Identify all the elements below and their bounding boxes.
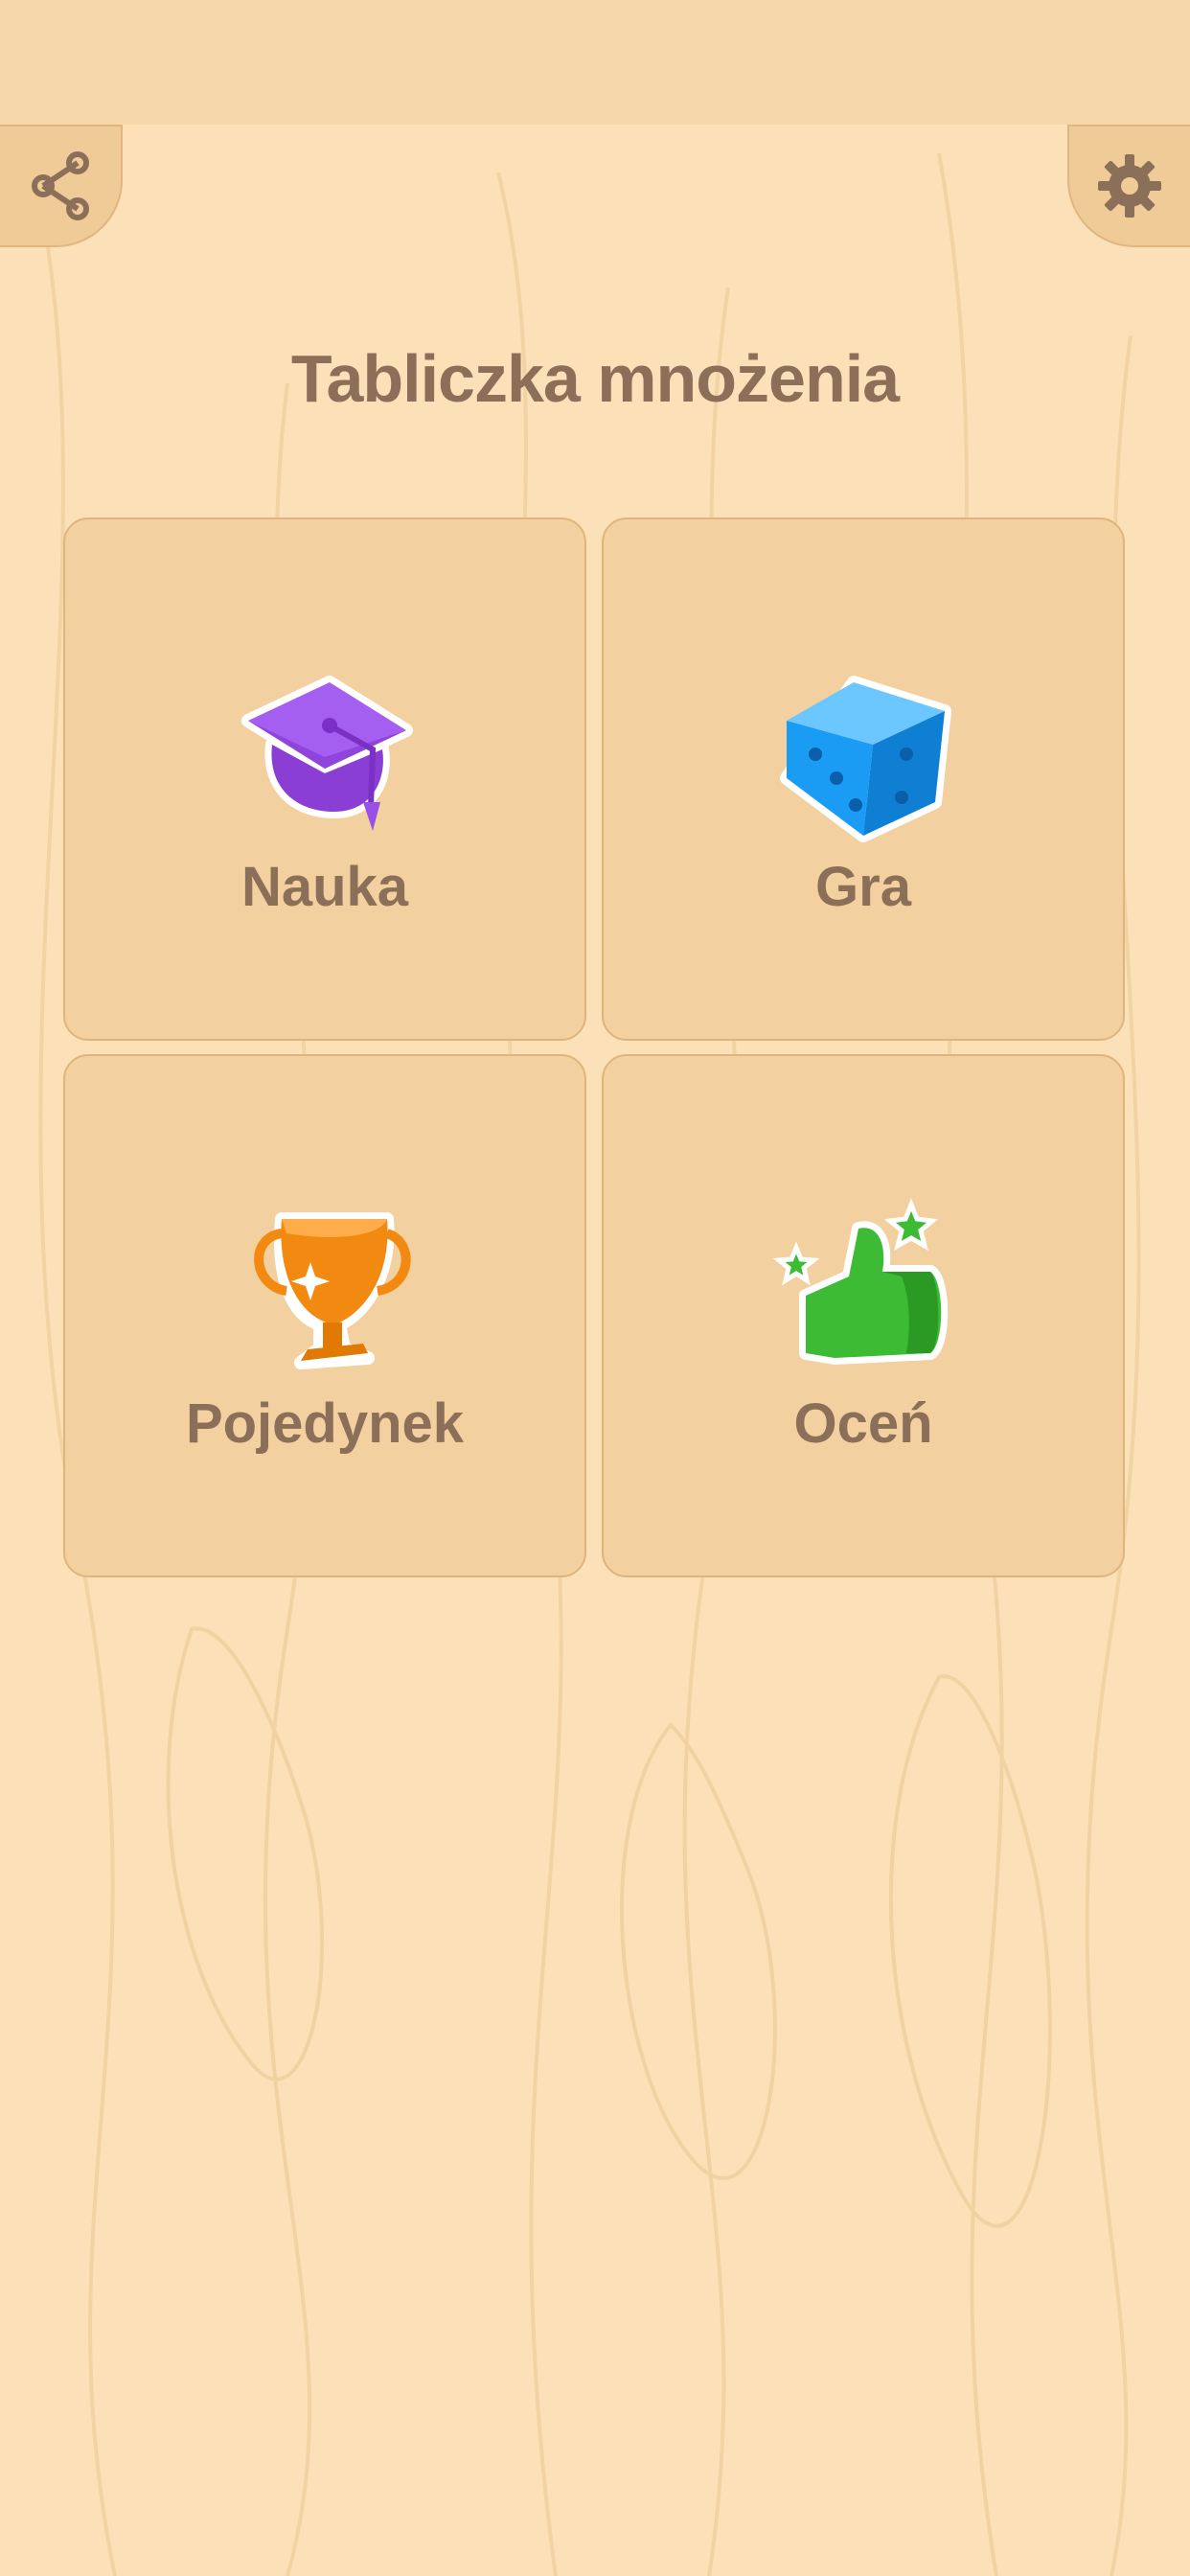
- gear-icon: [1098, 154, 1161, 218]
- menu-label: Pojedynek: [185, 1392, 465, 1455]
- menu-label: Oceń: [793, 1392, 933, 1455]
- menu-card-nauka[interactable]: Nauka: [63, 518, 586, 1041]
- share-icon: [32, 151, 89, 220]
- graduation-cap-icon: [241, 676, 413, 831]
- trophy-icon: [254, 1212, 411, 1369]
- menu-label: Nauka: [240, 856, 409, 918]
- dice-icon: [780, 676, 951, 842]
- page-title: Tabliczka mnożenia: [290, 341, 900, 416]
- menu-card-pojedynek[interactable]: Pojedynek: [63, 1054, 586, 1577]
- status-bar: [0, 0, 1190, 125]
- thumbs-up-icon: [772, 1198, 949, 1365]
- menu-card-gra[interactable]: Gra: [602, 518, 1125, 1041]
- menu-card-ocen[interactable]: Oceń: [602, 1054, 1125, 1577]
- menu-label: Gra: [815, 856, 911, 918]
